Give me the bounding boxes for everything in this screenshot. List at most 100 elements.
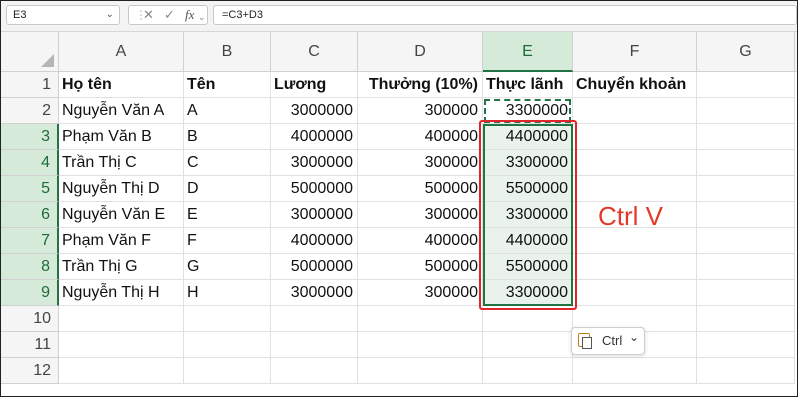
select-all-corner[interactable]: [1, 32, 59, 72]
empty-cell[interactable]: [697, 124, 795, 150]
cell-b8[interactable]: G: [184, 254, 271, 280]
cell-a8[interactable]: Trần Thị G: [59, 254, 184, 280]
empty-cell[interactable]: [697, 202, 795, 228]
empty-cell[interactable]: [59, 358, 184, 384]
row-header-12[interactable]: 12: [1, 358, 59, 384]
cell-d8[interactable]: 500000: [358, 254, 483, 280]
row-header-2[interactable]: 2: [1, 98, 59, 124]
cell-a7[interactable]: Phạm Văn F: [59, 228, 184, 254]
cell-c6[interactable]: 3000000: [271, 202, 358, 228]
cell-a3[interactable]: Phạm Văn B: [59, 124, 184, 150]
empty-cell[interactable]: [271, 332, 358, 358]
column-header-c[interactable]: C: [271, 32, 358, 72]
cell-b2[interactable]: A: [184, 98, 271, 124]
formula-controls: ⋮ ✕ ✓ fx ⌄: [128, 5, 208, 25]
empty-cell[interactable]: [697, 280, 795, 306]
column-header-d[interactable]: D: [358, 32, 483, 72]
check-icon[interactable]: ✓: [164, 6, 175, 24]
empty-cell[interactable]: [59, 306, 184, 332]
empty-cell[interactable]: [697, 150, 795, 176]
cell-d2[interactable]: 300000: [358, 98, 483, 124]
empty-cell[interactable]: [483, 332, 573, 358]
row-header-7[interactable]: 7: [1, 228, 59, 254]
row-header-5[interactable]: 5: [1, 176, 59, 202]
empty-cell[interactable]: [573, 124, 697, 150]
empty-cell[interactable]: [697, 254, 795, 280]
empty-cell[interactable]: [697, 72, 795, 98]
cell-b5[interactable]: D: [184, 176, 271, 202]
row-header-11[interactable]: 11: [1, 332, 59, 358]
cell-b7[interactable]: F: [184, 228, 271, 254]
empty-cell[interactable]: [358, 332, 483, 358]
empty-cell[interactable]: [573, 280, 697, 306]
paste-options-button[interactable]: Ctrl ⌄: [571, 327, 645, 355]
cell-d4[interactable]: 300000: [358, 150, 483, 176]
cell-b4[interactable]: C: [184, 150, 271, 176]
row-header-10[interactable]: 10: [1, 306, 59, 332]
cell-a2[interactable]: Nguyễn Văn A: [59, 98, 184, 124]
chevron-down-icon[interactable]: ⌄: [106, 6, 114, 24]
empty-cell[interactable]: [573, 176, 697, 202]
cell-c9[interactable]: 3000000: [271, 280, 358, 306]
empty-cell[interactable]: [483, 358, 573, 384]
empty-cell[interactable]: [358, 358, 483, 384]
row-header-8[interactable]: 8: [1, 254, 59, 280]
header-cell-f[interactable]: Chuyển khoản: [573, 72, 697, 98]
empty-cell[interactable]: [697, 228, 795, 254]
cell-b6[interactable]: E: [184, 202, 271, 228]
row-header-4[interactable]: 4: [1, 150, 59, 176]
empty-cell[interactable]: [697, 176, 795, 202]
empty-cell[interactable]: [697, 98, 795, 124]
row-header-6[interactable]: 6: [1, 202, 59, 228]
cell-d7[interactable]: 400000: [358, 228, 483, 254]
row-header-9[interactable]: 9: [1, 280, 59, 306]
formula-input[interactable]: =C3+D3: [213, 5, 797, 25]
cell-c5[interactable]: 5000000: [271, 176, 358, 202]
empty-cell[interactable]: [573, 358, 697, 384]
cell-c8[interactable]: 5000000: [271, 254, 358, 280]
header-cell-e[interactable]: Thực lãnh: [483, 72, 573, 98]
header-cell-b[interactable]: Tên: [184, 72, 271, 98]
empty-cell[interactable]: [573, 98, 697, 124]
cell-b3[interactable]: B: [184, 124, 271, 150]
empty-cell[interactable]: [184, 332, 271, 358]
column-header-f[interactable]: F: [573, 32, 697, 72]
close-icon[interactable]: ✕: [143, 6, 154, 24]
cell-a4[interactable]: Trần Thị C: [59, 150, 184, 176]
header-cell-d[interactable]: Thưởng (10%): [358, 72, 483, 98]
empty-cell[interactable]: [697, 358, 795, 384]
cell-c4[interactable]: 3000000: [271, 150, 358, 176]
cell-d6[interactable]: 300000: [358, 202, 483, 228]
cell-c2[interactable]: 3000000: [271, 98, 358, 124]
row-header-1[interactable]: 1: [1, 72, 59, 98]
cell-a6[interactable]: Nguyễn Văn E: [59, 202, 184, 228]
empty-cell[interactable]: [184, 306, 271, 332]
cell-d5[interactable]: 500000: [358, 176, 483, 202]
empty-cell[interactable]: [358, 306, 483, 332]
cell-d9[interactable]: 300000: [358, 280, 483, 306]
empty-cell[interactable]: [697, 332, 795, 358]
name-box[interactable]: E3 ⌄: [6, 5, 120, 25]
fx-chevron-icon[interactable]: ⌄: [198, 8, 206, 26]
cell-c7[interactable]: 4000000: [271, 228, 358, 254]
empty-cell[interactable]: [271, 306, 358, 332]
cell-b9[interactable]: H: [184, 280, 271, 306]
cell-a9[interactable]: Nguyễn Thị H: [59, 280, 184, 306]
column-header-b[interactable]: B: [184, 32, 271, 72]
fx-button[interactable]: fx: [185, 6, 194, 24]
cell-c3[interactable]: 4000000: [271, 124, 358, 150]
empty-cell[interactable]: [573, 150, 697, 176]
empty-cell[interactable]: [271, 358, 358, 384]
empty-cell[interactable]: [573, 254, 697, 280]
empty-cell[interactable]: [697, 306, 795, 332]
header-cell-c[interactable]: Lương: [271, 72, 358, 98]
empty-cell[interactable]: [59, 332, 184, 358]
column-header-e[interactable]: E: [483, 32, 573, 72]
header-cell-a[interactable]: Họ tên: [59, 72, 184, 98]
column-header-a[interactable]: A: [59, 32, 184, 72]
cell-a5[interactable]: Nguyễn Thị D: [59, 176, 184, 202]
row-header-3[interactable]: 3: [1, 124, 59, 150]
column-header-g[interactable]: G: [697, 32, 795, 72]
cell-d3[interactable]: 400000: [358, 124, 483, 150]
empty-cell[interactable]: [184, 358, 271, 384]
